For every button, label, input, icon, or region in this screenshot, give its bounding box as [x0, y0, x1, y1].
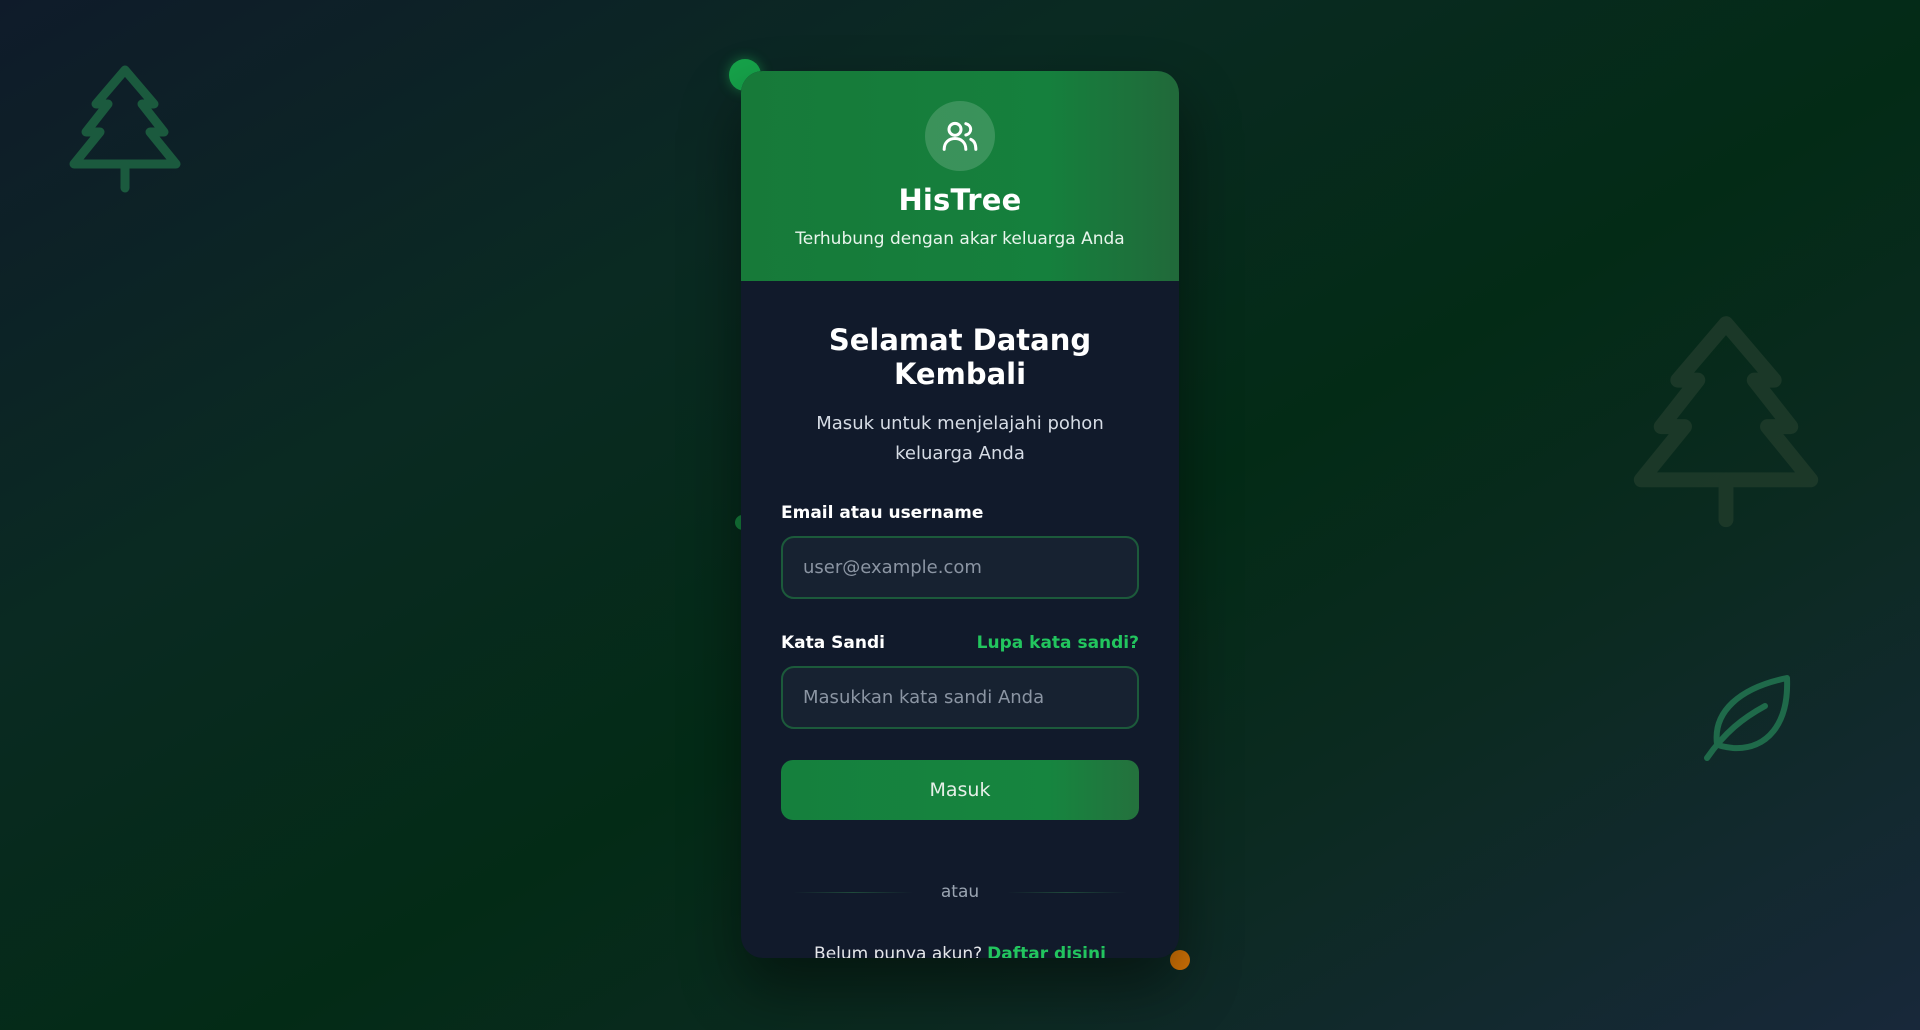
email-input[interactable] [781, 536, 1139, 599]
email-label-row: Email atau username [781, 503, 1139, 523]
divider-line [1007, 891, 1128, 893]
brand-tagline: Terhubung dengan akar keluarga Anda [795, 229, 1125, 249]
email-label: Email atau username [781, 503, 984, 523]
signup-link[interactable]: Daftar disini [987, 944, 1106, 958]
login-form: Selamat Datang Kembali Masuk untuk menje… [741, 281, 1179, 958]
card-header: HisTree Terhubung dengan akar keluarga A… [741, 71, 1179, 281]
signup-row: Belum punya akun? Daftar disini [781, 944, 1139, 958]
page-subtitle: Masuk untuk menjelajahi pohon keluarga A… [816, 413, 1104, 464]
brand-name: HisTree [898, 183, 1022, 217]
login-card: HisTree Terhubung dengan akar keluarga A… [741, 71, 1179, 958]
login-button[interactable]: Masuk [781, 760, 1139, 820]
signup-prompt: Belum punya akun? [814, 944, 983, 958]
tree-icon [1628, 310, 1824, 530]
tree-icon [66, 62, 184, 194]
divider-line [792, 891, 913, 893]
divider: atau [781, 882, 1139, 902]
password-label: Kata Sandi [781, 633, 885, 653]
page-title: Selamat Datang Kembali [828, 323, 1092, 391]
divider-text: atau [940, 882, 980, 902]
users-icon [925, 101, 995, 171]
password-label-row: Kata Sandi Lupa kata sandi? [781, 633, 1139, 653]
password-input[interactable] [781, 666, 1139, 729]
leaf-icon [1703, 672, 1795, 762]
forgot-password-link[interactable]: Lupa kata sandi? [977, 633, 1139, 653]
